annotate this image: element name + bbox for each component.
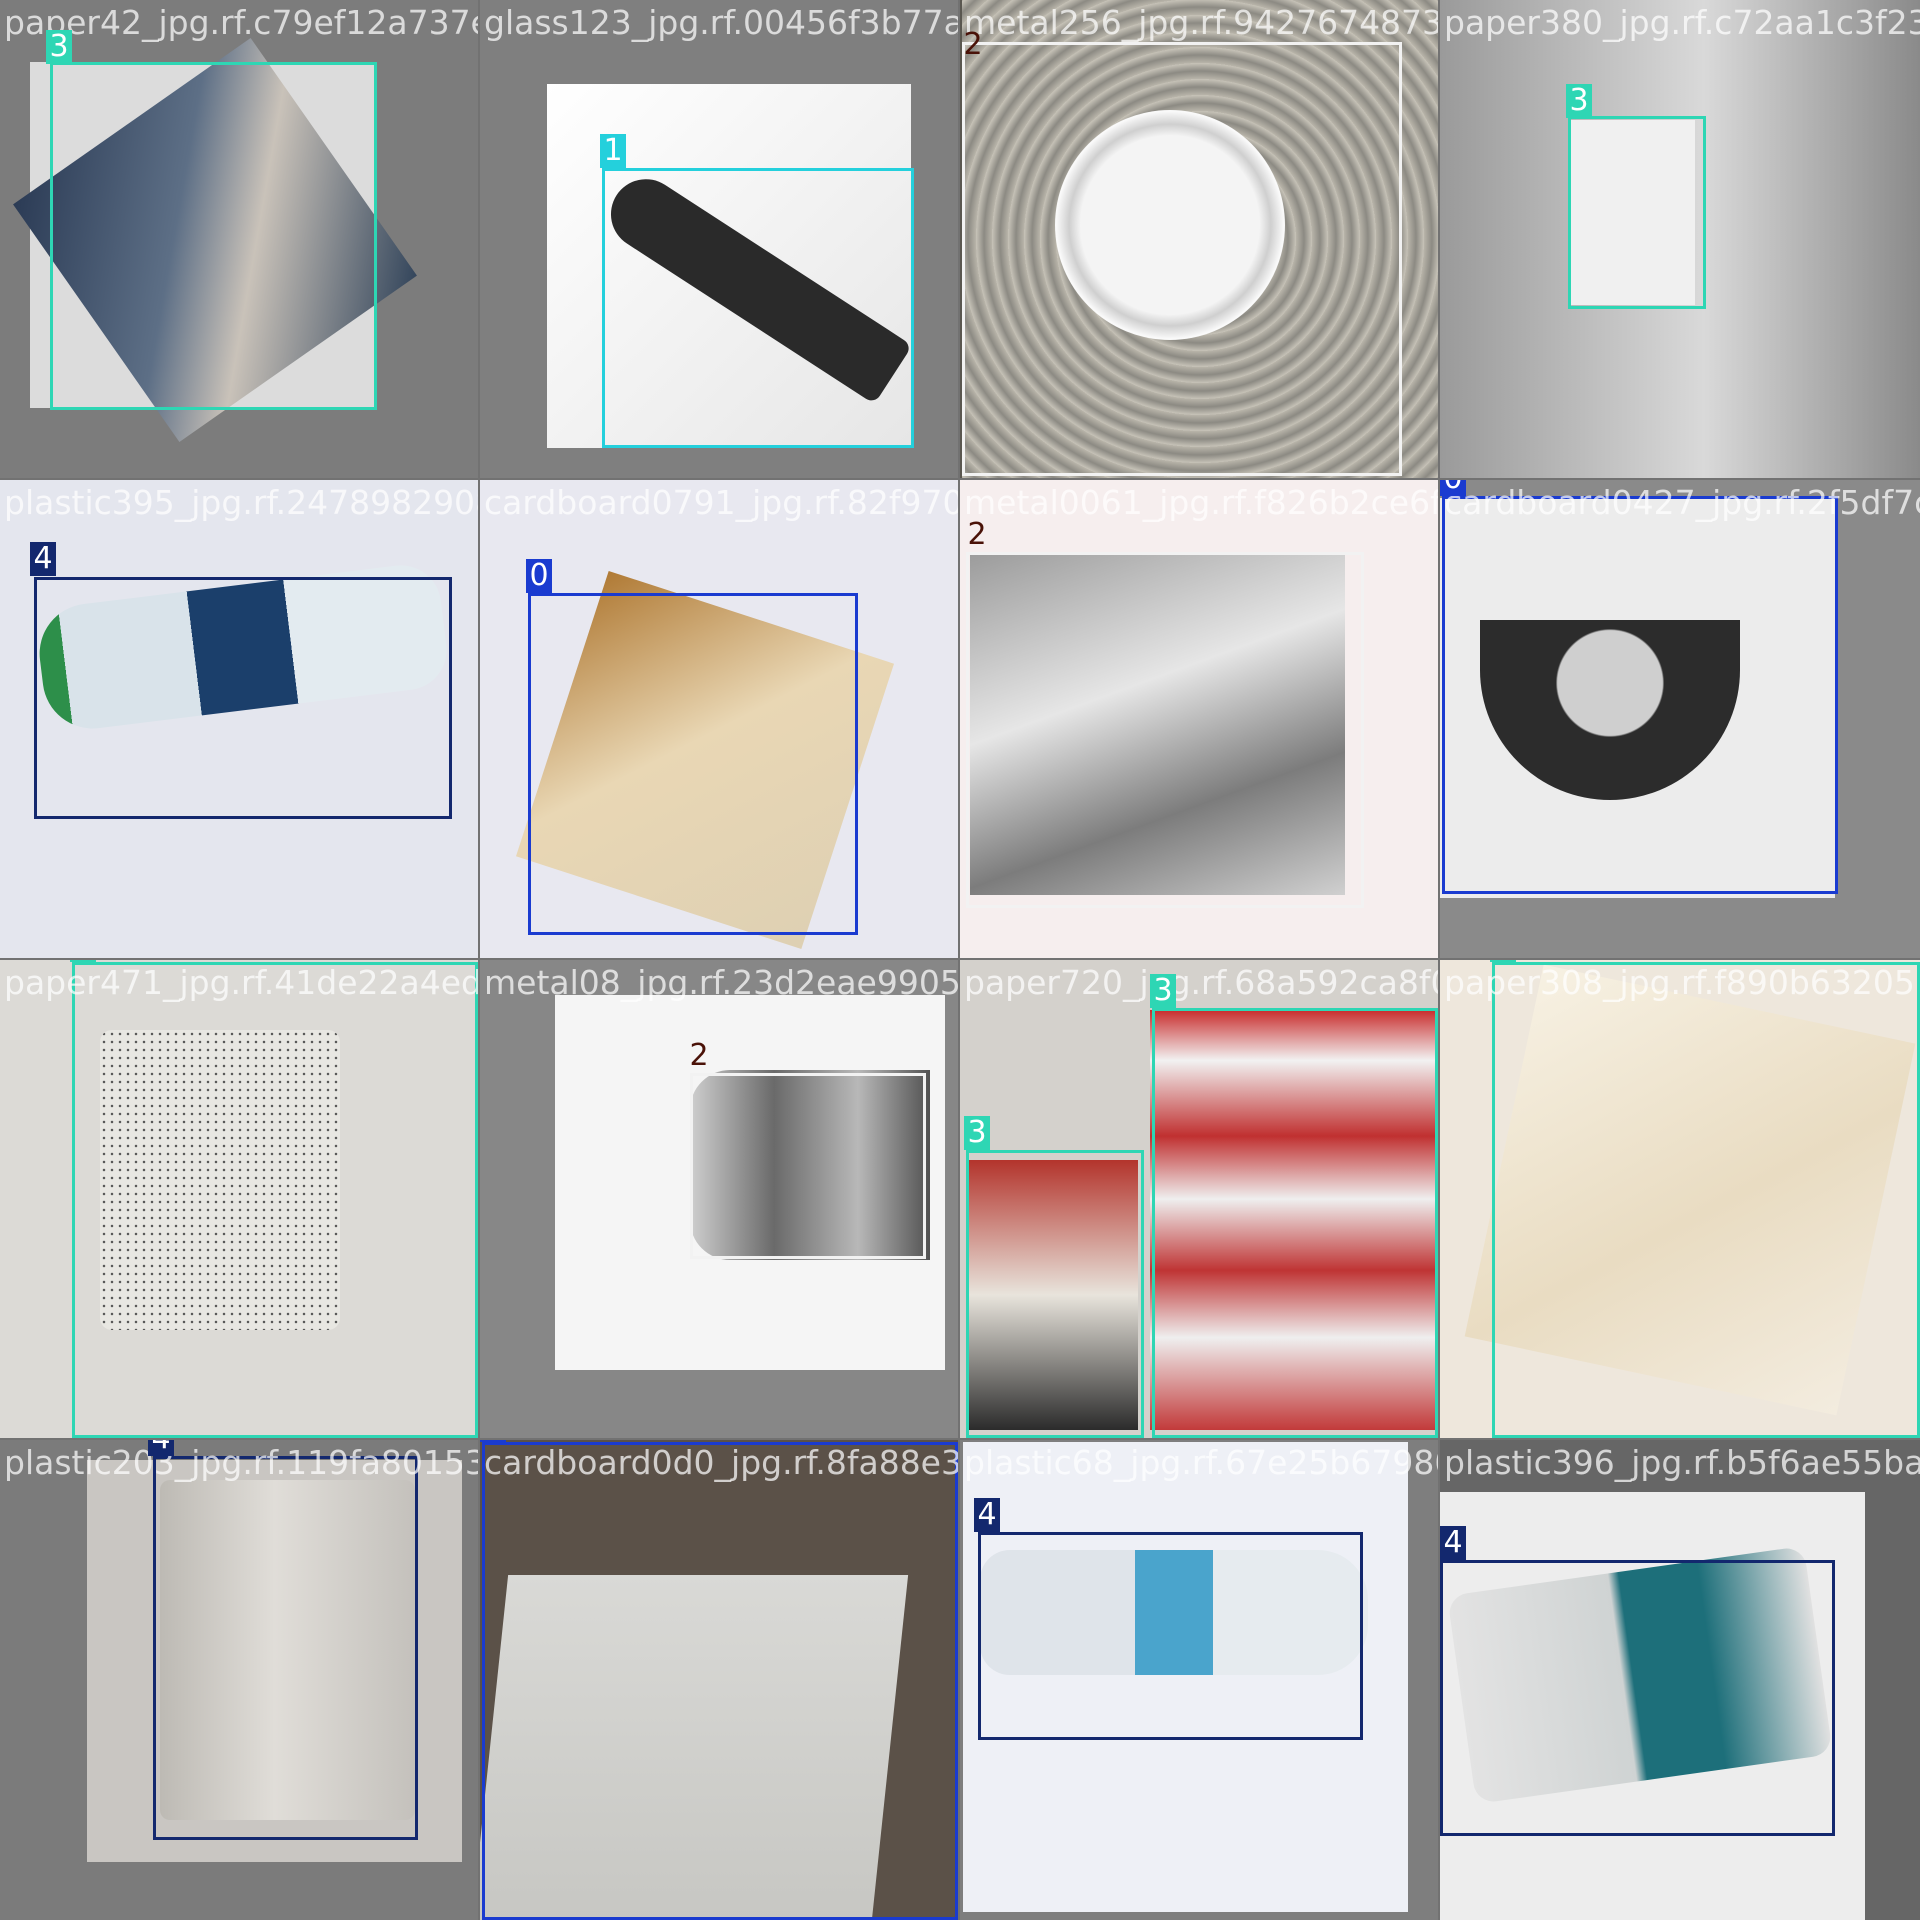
tile: metal08_jpg.rf.23d2eae99058720 2 xyxy=(480,960,958,1438)
class-label: 4 xyxy=(148,1440,174,1456)
tile-filename: metal0061_jpg.rf.f826b2ce6f xyxy=(964,483,1438,522)
detection-box xyxy=(1442,496,1838,894)
detection-box xyxy=(602,168,914,448)
class-label: 2 xyxy=(963,27,983,62)
tile: metal256_jpg.rf.94276748736ac3db12d0b95 … xyxy=(960,0,1438,478)
tile-filename: paper720_jpg.rf.68a592ca8f05fe208330455 xyxy=(964,963,1438,1002)
tile: glass123_jpg.rf.00456f3b77a83ef7674873d6… xyxy=(480,0,958,478)
tile: plastic396_jpg.rf.b5f6ae55ba 4 xyxy=(1440,1440,1920,1920)
class-label: 2 xyxy=(967,517,987,552)
detection-box xyxy=(34,577,452,819)
class-label: 3 xyxy=(1150,974,1176,1008)
tile: plastic68_jpg.rf.67e25b679806d8d37809e4 … xyxy=(960,1440,1438,1920)
detection-box xyxy=(1440,1560,1835,1836)
class-label: 0 xyxy=(480,1440,506,1442)
tile-filename: paper380_jpg.rf.c72aa1c3f23da xyxy=(1444,3,1920,42)
detection-box xyxy=(966,1150,1144,1438)
class-label: 4 xyxy=(1440,1526,1466,1560)
tile-filename: plastic395_jpg.rf.2478982908acdb7a1348e xyxy=(4,483,478,522)
class-label: 1 xyxy=(600,134,626,168)
tile: plastic395_jpg.rf.2478982908acdb7a1348e … xyxy=(0,480,478,958)
detection-box xyxy=(72,962,478,1438)
tile: paper308_jpg.rf.f890b63205 3 xyxy=(1440,960,1920,1438)
detection-box xyxy=(1152,1008,1438,1438)
class-label: 0 xyxy=(1440,480,1466,496)
class-label: 4 xyxy=(30,542,56,576)
detection-box xyxy=(153,1456,418,1840)
class-label: 2 xyxy=(689,1038,709,1073)
class-label: 3 xyxy=(70,960,96,962)
tile: cardboard0427_jpg.rf.2f5df7c 0 xyxy=(1440,480,1920,958)
class-label: 3 xyxy=(964,1116,990,1150)
detection-box xyxy=(482,1442,958,1920)
tile: cardboard0791_jpg.rf.82f970c688d261f79fc… xyxy=(480,480,958,958)
tile: paper380_jpg.rf.c72aa1c3f23da 3 xyxy=(1440,0,1920,478)
detection-box xyxy=(528,593,858,935)
tile: cardboard0d0_jpg.rf.8fa88e3e43c851b6e4 0 xyxy=(480,1440,958,1920)
class-label: 0 xyxy=(526,559,552,593)
class-label: 3 xyxy=(46,30,72,64)
detection-box xyxy=(962,42,1402,476)
tile: paper720_jpg.rf.68a592ca8f05fe208330455 … xyxy=(960,960,1438,1438)
class-label: 4 xyxy=(974,1498,1000,1532)
detection-box xyxy=(690,1073,926,1259)
class-label: 3 xyxy=(1566,84,1592,118)
detection-box xyxy=(966,552,1364,908)
tile: metal0061_jpg.rf.f826b2ce6f 2 xyxy=(960,480,1438,958)
detection-box xyxy=(1492,962,1920,1438)
tile-filename: plastic396_jpg.rf.b5f6ae55ba xyxy=(1444,1443,1920,1482)
tile-filename: paper42_jpg.rf.c79ef12a737e73bc4732a0910… xyxy=(4,3,478,42)
class-label: 3 xyxy=(1490,960,1516,962)
detection-box xyxy=(978,1532,1363,1740)
detection-box xyxy=(1568,116,1706,309)
tile: paper42_jpg.rf.c79ef12a737e73bc4732a0910… xyxy=(0,0,478,478)
image-mosaic: paper42_jpg.rf.c79ef12a737e73bc4732a0910… xyxy=(0,0,1920,1920)
tile-filename: glass123_jpg.rf.00456f3b77a83ef7674873d6… xyxy=(484,3,958,42)
tile-filename: cardboard0791_jpg.rf.82f970c688d261f79fc… xyxy=(484,483,958,522)
detection-box xyxy=(50,62,377,410)
tile: plastic203_jpg.rf.119fa80153c7dd654d3079… xyxy=(0,1440,478,1920)
tile: paper471_jpg.rf.41de22a4ed5597a18e9681f3… xyxy=(0,960,478,1438)
